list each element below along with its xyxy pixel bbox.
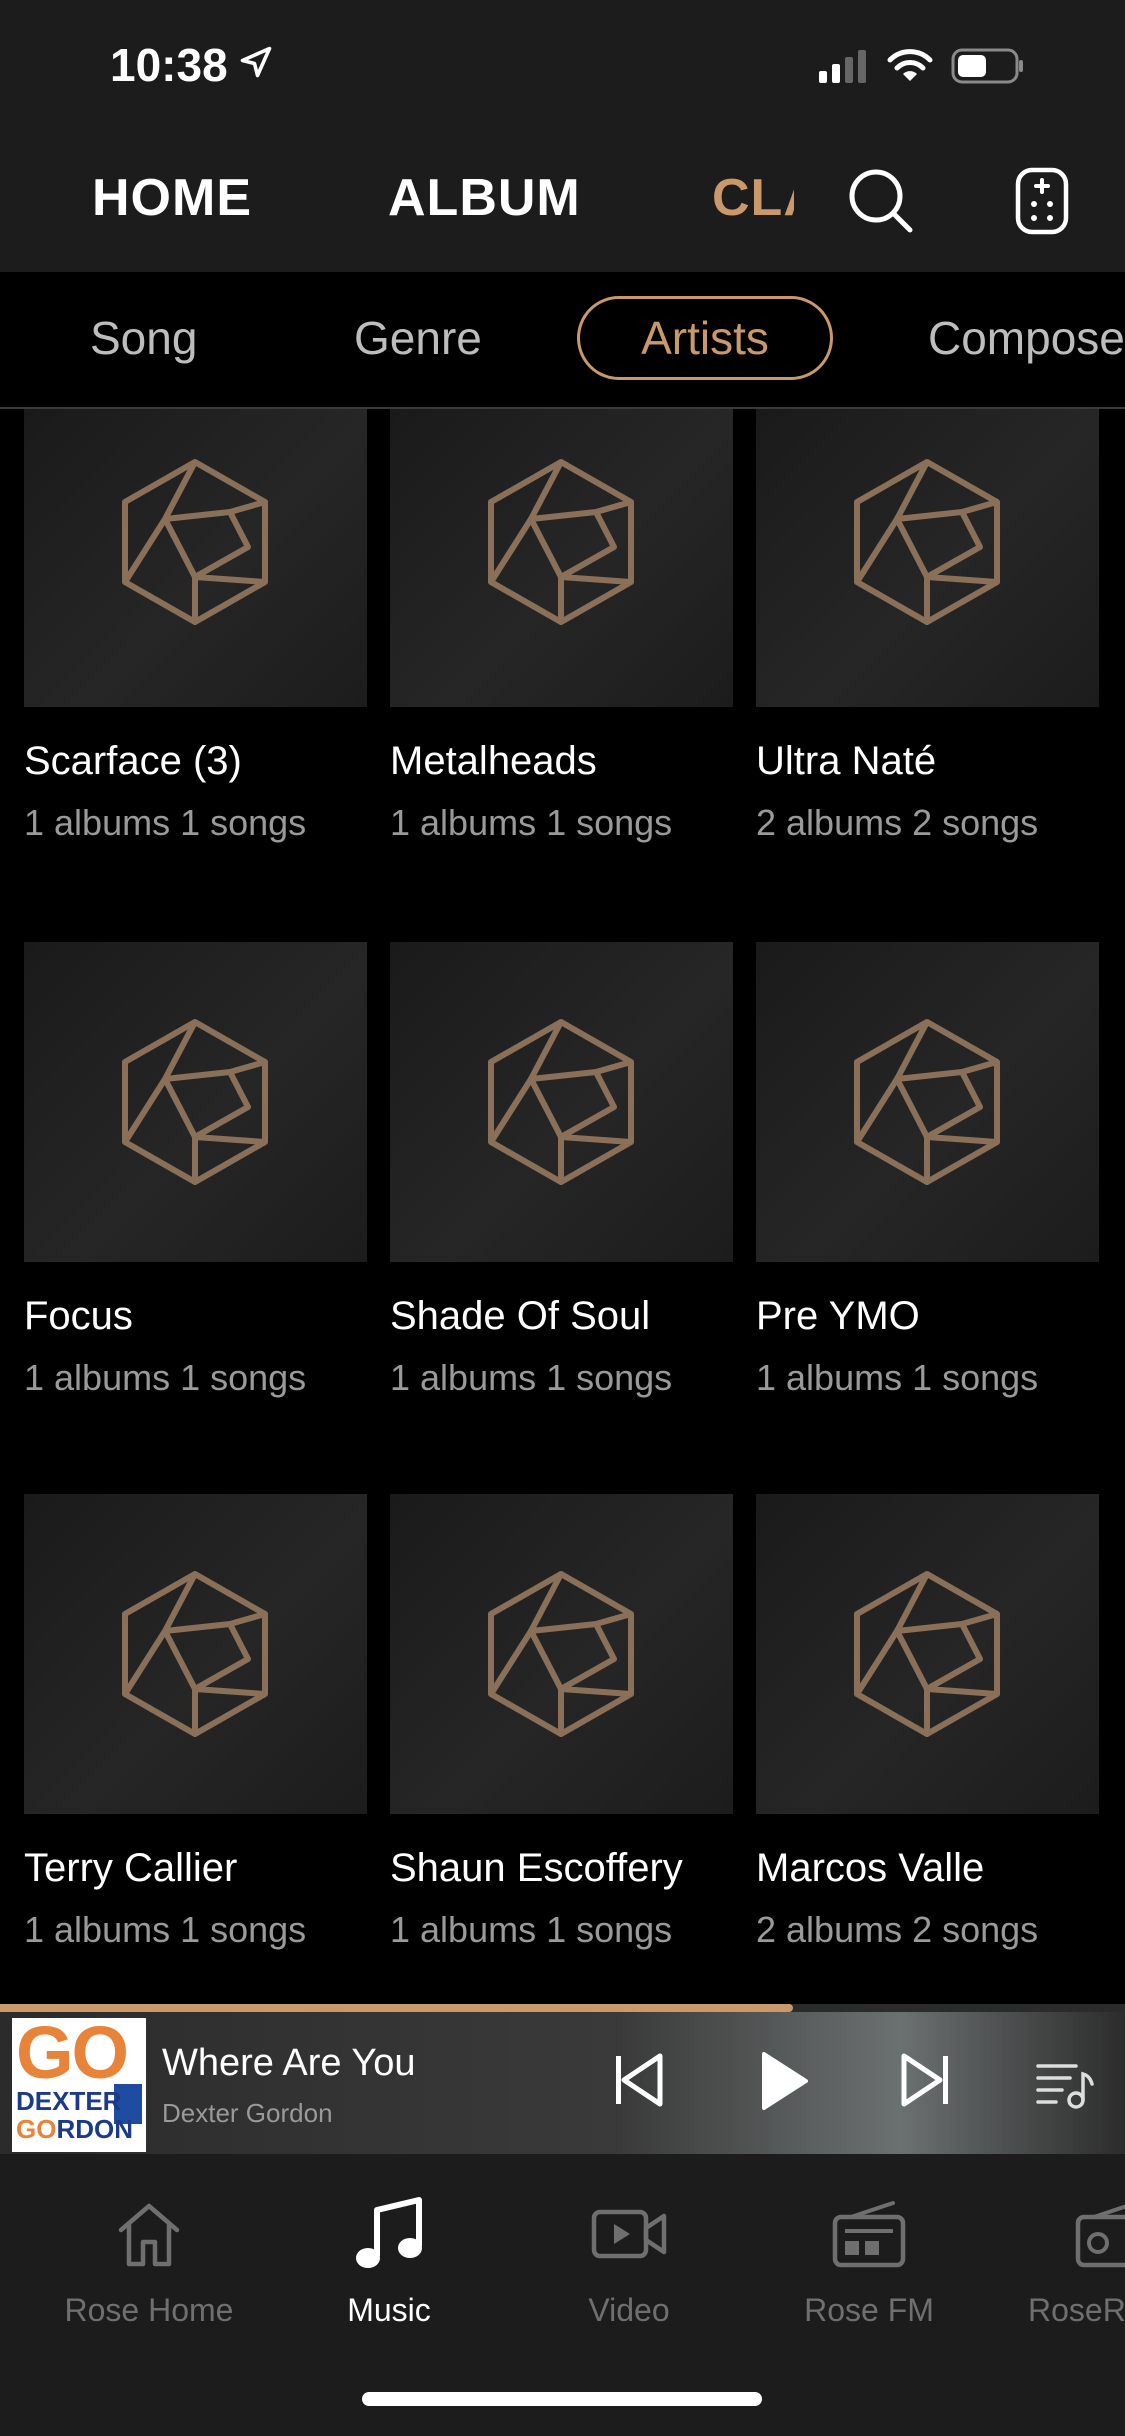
rose-logo-icon — [488, 459, 634, 625]
skip-previous-icon[interactable] — [612, 2050, 664, 2110]
artist-card[interactable]: Shade Of Soul 1 albums 1 songs — [390, 942, 733, 1399]
tab-music[interactable]: Music — [274, 2194, 504, 2329]
artist-name: Marcos Valle — [756, 1846, 985, 1890]
artist-thumbnail — [24, 1494, 367, 1814]
artist-name: Shaun Escoffery — [390, 1846, 683, 1890]
artist-grid: Scarface (3) 1 albums 1 songs Metalheads… — [0, 409, 1125, 2004]
artist-card[interactable]: Shaun Escoffery 1 albums 1 songs — [390, 1494, 733, 1951]
rose-logo-icon — [488, 1571, 634, 1737]
search-icon[interactable] — [846, 166, 916, 236]
artist-name: Pre YMO — [756, 1294, 920, 1338]
playlist-queue-icon[interactable] — [1036, 2060, 1096, 2110]
artist-thumbnail — [24, 409, 367, 707]
sub-tabs: Song Genre Artists Composer — [0, 272, 1125, 409]
artist-info: 2 albums 2 songs — [756, 802, 1039, 843]
rose-logo-icon — [122, 459, 268, 625]
video-icon — [591, 2209, 667, 2259]
album-cover[interactable]: GO DEXTER GORDON — [12, 2018, 146, 2152]
rose-logo-icon — [854, 1019, 1000, 1185]
status-icons — [817, 48, 1025, 84]
cover-text-gordon: GORDON — [16, 2114, 134, 2144]
skip-next-icon[interactable] — [900, 2050, 952, 2110]
artist-info: 1 albums 1 songs — [390, 1357, 673, 1398]
artist-card[interactable]: Focus 1 albums 1 songs — [24, 942, 367, 1399]
wifi-icon — [887, 49, 933, 81]
artist-thumbnail — [756, 409, 1099, 707]
screen: 10:38 HOME ALBUM CL Song Genre Artists C… — [0, 0, 1125, 2436]
artist-name: Terry Callier — [24, 1846, 238, 1890]
artist-info: 1 albums 1 songs — [390, 802, 673, 843]
artist-thumbnail — [390, 1494, 733, 1814]
mini-player[interactable]: GO DEXTER GORDON Where Are You Dexter Go… — [0, 2012, 1125, 2154]
location-arrow-icon — [240, 46, 272, 78]
artist-info: 1 albums 1 songs — [24, 802, 307, 843]
top-tab-album[interactable]: ALBUM — [388, 168, 581, 228]
playback-progress-fill — [0, 2004, 794, 2012]
artist-name: Ultra Naté — [756, 739, 937, 783]
cover-text-dexter: DEXTER — [16, 2086, 122, 2116]
tab-label: Video — [588, 2292, 670, 2328]
rose-logo-icon — [122, 1019, 268, 1185]
artist-thumbnail — [390, 409, 733, 707]
artist-card[interactable]: Pre YMO 1 albums 1 songs — [756, 942, 1099, 1399]
sub-tab-song[interactable]: Song — [90, 296, 197, 380]
rose-logo-icon — [854, 1571, 1000, 1737]
rose-logo-icon — [854, 459, 1000, 625]
tab-rose-radio[interactable]: RoseRadio — [994, 2194, 1125, 2329]
artist-info: 2 albums 2 songs — [756, 1909, 1039, 1950]
radio-icon — [1075, 2204, 1125, 2268]
sub-tab-composer[interactable]: Composer — [928, 296, 1125, 380]
remote-control-icon[interactable] — [1014, 166, 1070, 236]
home-indicator[interactable] — [362, 2392, 762, 2406]
artist-thumbnail — [24, 942, 367, 1262]
tab-label: Rose FM — [804, 2292, 934, 2328]
track-title[interactable]: Where Are You — [162, 2042, 416, 2085]
sub-tab-genre[interactable]: Genre — [354, 296, 482, 380]
rose-logo-icon — [488, 1019, 634, 1185]
bottom-tab-bar: Rose Home Music Video Rose FM RoseR — [0, 2154, 1125, 2436]
artist-name: Scarface (3) — [24, 739, 242, 783]
artist-thumbnail — [756, 1494, 1099, 1814]
tab-label: RoseRadio — [1028, 2292, 1125, 2328]
artist-thumbnail — [390, 942, 733, 1262]
cover-text-go: GO — [16, 2018, 129, 2094]
top-tab-classic[interactable]: CLASSIC — [712, 168, 794, 228]
artist-name: Metalheads — [390, 739, 597, 783]
artist-card[interactable]: Scarface (3) 1 albums 1 songs — [24, 409, 367, 844]
artist-card[interactable]: Metalheads 1 albums 1 songs — [390, 409, 733, 844]
artist-name: Focus — [24, 1294, 133, 1338]
artist-card[interactable]: Terry Callier 1 albums 1 songs — [24, 1494, 367, 1951]
music-note-icon — [356, 2197, 422, 2268]
tab-label: Rose Home — [64, 2292, 234, 2328]
status-time: 10:38 — [110, 39, 228, 91]
top-nav: HOME ALBUM CLASSIC — [0, 140, 1125, 272]
status-bar: 10:38 — [0, 0, 1125, 140]
tab-video[interactable]: Video — [514, 2194, 744, 2329]
artist-info: 1 albums 1 songs — [24, 1357, 307, 1398]
artist-thumbnail — [756, 942, 1099, 1262]
rose-logo-icon — [122, 1571, 268, 1737]
tab-rose-home[interactable]: Rose Home — [34, 2194, 264, 2329]
artist-info: 1 albums 1 songs — [756, 1357, 1039, 1398]
playback-progress-bar[interactable] — [0, 2004, 1125, 2012]
battery-icon — [951, 48, 1023, 84]
radio-icon — [832, 2201, 906, 2268]
artist-card[interactable]: Marcos Valle 2 albums 2 songs — [756, 1494, 1099, 1951]
sub-tab-artists[interactable]: Artists — [577, 296, 833, 380]
tab-rose-fm[interactable]: Rose FM — [754, 2194, 984, 2329]
cellular-signal-icon — [819, 50, 866, 83]
house-icon — [118, 2203, 180, 2267]
top-tab-home[interactable]: HOME — [92, 168, 252, 228]
play-icon[interactable] — [758, 2050, 810, 2112]
artist-info: 1 albums 1 songs — [24, 1909, 307, 1950]
artist-info: 1 albums 1 songs — [390, 1909, 673, 1950]
artist-name: Shade Of Soul — [390, 1294, 651, 1338]
tab-label: Music — [347, 2292, 431, 2328]
track-artist[interactable]: Dexter Gordon — [162, 2098, 333, 2129]
artist-card[interactable]: Ultra Naté 2 albums 2 songs — [756, 409, 1099, 844]
